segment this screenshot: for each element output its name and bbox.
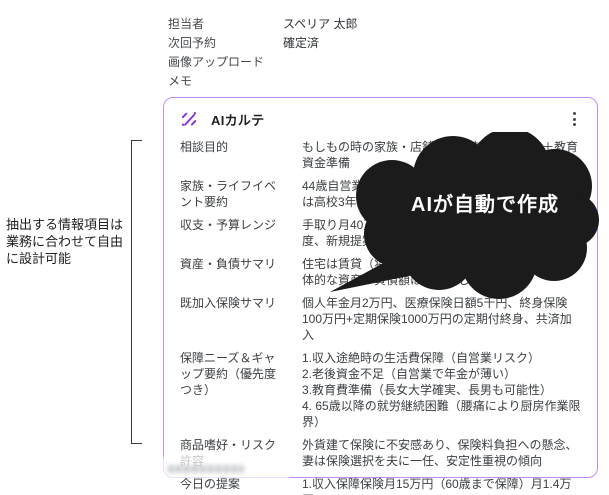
field-row: メモ xyxy=(168,71,468,90)
table-row: 家族・ライフイベント要約 44歳自営業（飲食店経営）、妻はパート勤務、長女は高校… xyxy=(180,178,583,210)
blurred-text xyxy=(168,465,244,473)
table-row: 収支・予算レンジ 手取り月40万円前後、既契約の保険料は月2万円程度、新規提案で… xyxy=(180,217,583,249)
annotation-line: 抽出する情報項目は xyxy=(6,217,124,232)
table-row: 今日の提案 1.収入保障保険月15万円（60歳まで保障）月1.4万円 2.外貨建… xyxy=(180,476,583,495)
table-row: 相談目的 もしもの時の家族・店舗保護、老後資金準備＋教育資金準備 xyxy=(180,139,583,171)
field-label: 次回予約 xyxy=(168,36,217,50)
record-fields: 担当者 スペリア 太郎 次回予約 確定済 画像アップロード メモ xyxy=(168,14,468,90)
field-row: 画像アップロード xyxy=(168,52,468,71)
row-label: 家族・ライフイベント要約 xyxy=(180,179,277,209)
field-label: 画像アップロード xyxy=(168,55,265,69)
field-value: スペリア 太郎 xyxy=(283,17,358,31)
row-value: 1.収入途絶時の生活費保障（自営業リスク） 2.老後資金不足（自営業で年金が薄い… xyxy=(302,351,581,429)
row-value: もしもの時の家族・店舗保護、老後資金準備＋教育資金準備 xyxy=(302,140,579,170)
annotation-line: 業務に合わせて自由 xyxy=(6,234,124,249)
kebab-menu-icon[interactable] xyxy=(565,109,583,129)
field-label: メモ xyxy=(168,74,193,88)
row-value: 外貨建て保険に不安感あり、保険料負担への懸念、妻は保険選択を夫に一任、安定性重視… xyxy=(302,438,578,468)
row-label: 保障ニーズ＆ギャップ要約（優先度つき） xyxy=(180,351,277,397)
row-value: 44歳自営業（飲食店経営）、妻はパート勤務、長女は高校3年生（大学進学希望）、長… xyxy=(302,179,574,209)
annotation-text: 抽出する情報項目は 業務に合わせて自由 に設計可能 xyxy=(6,216,134,267)
table-row: 既加入保険サマリ 個人年金月2万円、医療保険日額5千円、終身保険100万円+定期… xyxy=(180,295,583,343)
row-label: 今日の提案 xyxy=(180,477,241,491)
field-row: 次回予約 確定済 xyxy=(168,33,468,52)
row-label: 収支・予算レンジ xyxy=(180,218,277,232)
grouping-bracket xyxy=(131,140,142,444)
field-row: 担当者 スペリア 太郎 xyxy=(168,14,468,33)
table-row: 保障ニーズ＆ギャップ要約（優先度つき） 1.収入途絶時の生活費保障（自営業リスク… xyxy=(180,350,583,430)
card-body: 相談目的 もしもの時の家族・店舗保護、老後資金準備＋教育資金準備 家族・ライフイ… xyxy=(164,135,597,495)
row-value: 1.収入保障保険月15万円（60歳まで保障）月1.4万円 2.外貨建て終身保険（… xyxy=(302,477,572,495)
field-value: 確定済 xyxy=(283,36,320,50)
card-title: AIカルテ xyxy=(211,112,265,128)
table-row: 資産・負債サマリ 住宅は賃貸（将来購入検討）、事業用借入あり、具体的な資産・負債… xyxy=(180,256,583,288)
row-label: 既加入保険サマリ xyxy=(180,296,277,310)
row-value: 住宅は賃貸（将来購入検討）、事業用借入あり、具体的な資産・負債額は言及なし xyxy=(302,257,572,287)
row-label: 資産・負債サマリ xyxy=(180,257,277,271)
magic-wand-icon xyxy=(181,112,197,126)
page: { "form": { "fields": [ { "label": "担当者"… xyxy=(0,0,609,495)
ai-karte-card: AIカルテ 相談目的 もしもの時の家族・店舗保護、老後資金準備＋教育資金準備 家… xyxy=(163,97,598,495)
row-label: 相談目的 xyxy=(180,140,229,154)
row-value: 個人年金月2万円、医療保険日額5千円、終身保険100万円+定期保険1000万円の… xyxy=(302,296,572,342)
annotation-line: に設計可能 xyxy=(6,251,72,266)
card-header: AIカルテ xyxy=(164,98,597,135)
row-value: 手取り月40万円前後、既契約の保険料は月2万円程度、新規提案で月3万円以内を想定 xyxy=(302,218,575,248)
field-label: 担当者 xyxy=(168,17,205,31)
